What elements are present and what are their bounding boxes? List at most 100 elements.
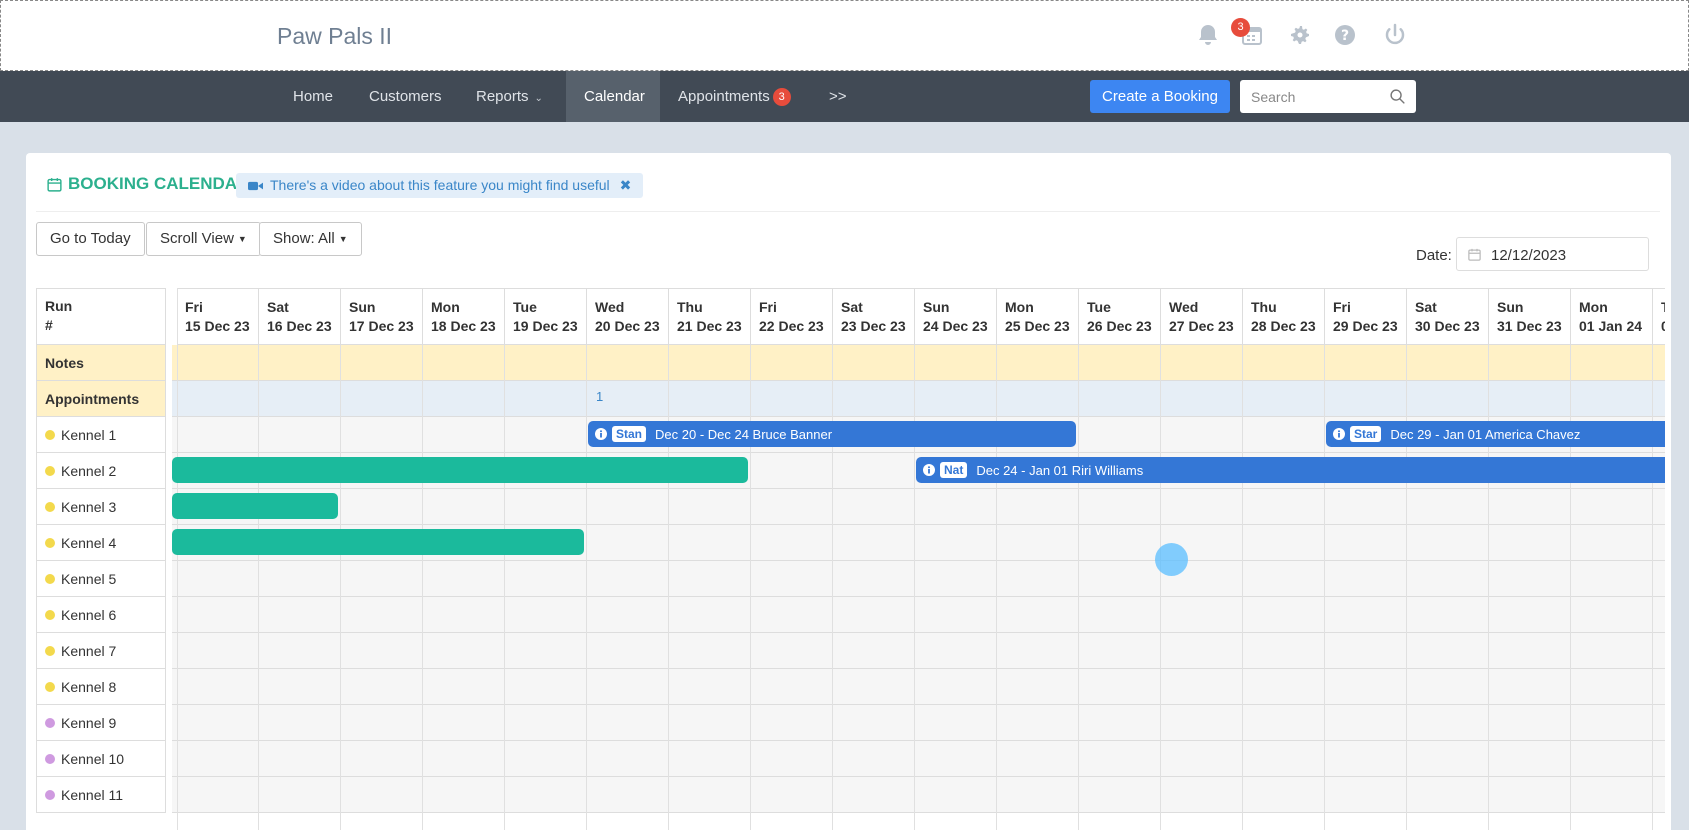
nav-more[interactable]: >> — [811, 71, 865, 122]
status-dot — [45, 789, 55, 800]
day-header: Sun 24 Dec 23 — [915, 288, 997, 345]
calendar-icon — [1468, 248, 1481, 261]
run-label: Kennel 9 — [61, 714, 117, 731]
date-picker-field[interactable]: 12/12/2023 — [1456, 237, 1649, 271]
booking-bar[interactable]: Star Dec 29 - Jan 01 America Chavez — [1326, 421, 1665, 447]
go-to-today-button[interactable]: Go to Today — [36, 222, 145, 256]
column-divider — [422, 345, 423, 830]
day-of-week: Sun — [1497, 299, 1524, 315]
run-row-kennel-11: Kennel 11 — [36, 777, 166, 813]
top-header: Paw Pals II 3 ? — [0, 0, 1689, 71]
day-header: Mon 25 Dec 23 — [997, 288, 1079, 345]
grid-row[interactable] — [172, 669, 1665, 705]
run-label: Notes — [45, 354, 84, 371]
run-label: Appointments — [45, 390, 140, 407]
day-date: 22 Dec 23 — [759, 318, 824, 334]
day-header: Thu 21 Dec 23 — [669, 288, 751, 345]
info-icon[interactable] — [595, 428, 607, 440]
booking-bar[interactable] — [172, 493, 338, 519]
help-icon[interactable]: ? — [1331, 21, 1359, 49]
info-icon[interactable] — [923, 464, 935, 476]
column-divider — [340, 345, 341, 830]
status-dot — [45, 681, 55, 692]
run-label: Kennel 2 — [61, 462, 117, 479]
day-date: 31 Dec 23 — [1497, 318, 1562, 334]
day-header: Fri 29 Dec 23 — [1325, 288, 1407, 345]
video-notice[interactable]: There's a video about this feature you m… — [236, 173, 644, 198]
column-divider — [668, 345, 669, 830]
run-label: Kennel 7 — [61, 642, 117, 659]
run-row-kennel-1: Kennel 1 — [36, 417, 166, 453]
day-date: 19 Dec 23 — [513, 318, 578, 334]
nav-appointments[interactable]: Appointments 3 — [660, 71, 809, 122]
nav-reports[interactable]: Reports ⌄ — [458, 71, 561, 122]
day-date: 20 Dec 23 — [595, 318, 660, 334]
search-input[interactable] — [1240, 80, 1390, 113]
info-icon[interactable] — [1333, 428, 1345, 440]
power-icon[interactable] — [1381, 21, 1409, 49]
booking-bar[interactable] — [172, 529, 584, 555]
grid-row[interactable] — [172, 561, 1665, 597]
run-label: Kennel 3 — [61, 498, 117, 515]
run-row-kennel-9: Kennel 9 — [36, 705, 166, 741]
day-of-week: Fri — [185, 299, 203, 315]
run-label: Kennel 11 — [61, 786, 124, 803]
grid-row[interactable] — [172, 345, 1665, 381]
day-date: 26 Dec 23 — [1087, 318, 1152, 334]
column-divider — [1570, 345, 1571, 830]
bell-icon[interactable] — [1194, 21, 1222, 49]
appointment-count-link[interactable]: 1 — [596, 389, 603, 404]
calendar-icon — [47, 177, 62, 192]
show-filter-dropdown[interactable]: Show: All ▼ — [259, 222, 362, 256]
grid-row[interactable] — [172, 777, 1665, 813]
booking-bar[interactable] — [172, 457, 748, 483]
day-date: 21 Dec 23 — [677, 318, 742, 334]
grid-row[interactable] — [172, 741, 1665, 777]
day-of-week: Fri — [759, 299, 777, 315]
grid-row[interactable] — [172, 597, 1665, 633]
booking-bar[interactable]: Stan Dec 20 - Dec 24 Bruce Banner — [588, 421, 1076, 447]
day-header: Sat 30 Dec 23 — [1407, 288, 1489, 345]
day-of-week: Thu — [677, 299, 703, 315]
status-dot — [45, 501, 55, 512]
nav-customers[interactable]: Customers — [351, 71, 460, 122]
day-of-week: Fri — [1333, 299, 1351, 315]
brand-title: Paw Pals II — [277, 23, 393, 49]
booking-bar[interactable]: Nat Dec 24 - Jan 01 Riri Williams — [916, 457, 1665, 483]
status-dot — [45, 753, 55, 764]
status-dot — [45, 465, 55, 476]
day-header: Tu02 — [1653, 288, 1665, 345]
status-dot — [45, 429, 55, 440]
run-row-kennel-3: Kennel 3 — [36, 489, 166, 525]
search-icon[interactable] — [1389, 88, 1406, 105]
pet-name-tag: Stan — [612, 426, 647, 442]
run-row-kennel-4: Kennel 4 — [36, 525, 166, 561]
day-date: 29 Dec 23 — [1333, 318, 1398, 334]
column-divider — [914, 345, 915, 830]
create-booking-button[interactable]: Create a Booking — [1090, 80, 1230, 113]
status-dot — [45, 645, 55, 656]
status-dot — [45, 537, 55, 548]
close-icon[interactable]: ✖ — [620, 173, 632, 198]
nav-home[interactable]: Home — [275, 71, 351, 122]
run-row-kennel-2: Kennel 2 — [36, 453, 166, 489]
run-row-notes: Notes — [36, 345, 166, 381]
column-divider — [750, 345, 751, 830]
day-of-week: Sat — [1415, 299, 1437, 315]
grid-row[interactable] — [172, 381, 1665, 417]
day-header: Sat 23 Dec 23 — [833, 288, 915, 345]
day-date: 27 Dec 23 — [1169, 318, 1234, 334]
scroll-view-dropdown[interactable]: Scroll View ▼ — [146, 222, 261, 256]
grid-row[interactable] — [172, 633, 1665, 669]
gear-icon[interactable] — [1286, 21, 1314, 49]
column-divider — [996, 345, 997, 830]
grid-row[interactable] — [172, 489, 1665, 525]
day-date: 30 Dec 23 — [1415, 318, 1480, 334]
day-of-week: Sat — [267, 299, 289, 315]
run-row-appointments: Appointments — [36, 381, 166, 417]
run-row-kennel-7: Kennel 7 — [36, 633, 166, 669]
grid-row[interactable] — [172, 705, 1665, 741]
caret-down-icon: ▼ — [237, 234, 247, 244]
day-header: Fri 15 Dec 23 — [177, 288, 259, 345]
nav-calendar[interactable]: Calendar — [566, 71, 660, 122]
